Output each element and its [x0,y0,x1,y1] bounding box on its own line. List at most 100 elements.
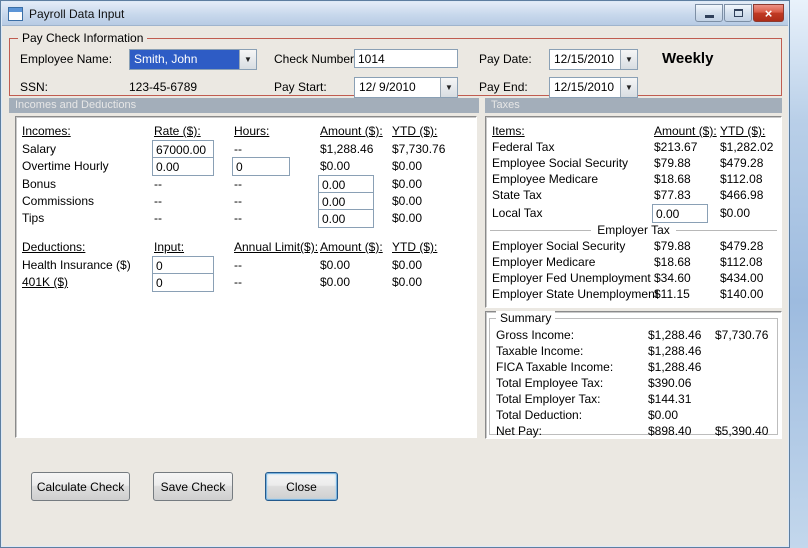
employee-name-combobox[interactable]: Smith, John ▼ [129,49,257,70]
tax-row-federal: Federal Tax $213.67 $1,282.02 [486,140,781,157]
minimize-button[interactable] [695,4,723,22]
taxes-section-band: Taxes [485,98,782,113]
divider-line [490,229,592,231]
tax-row-state: State Tax $77.83 $466.98 [486,188,781,205]
chevron-down-icon[interactable]: ▼ [440,78,457,97]
summary-amount: $390.06 [648,376,692,390]
income-row-commissions: Commissions -- -- $0.00 [16,192,476,211]
employer-tax-title: Employer Tax [597,223,670,237]
summary-amount: $144.31 [648,392,692,406]
ssn-label: SSN: [20,80,49,94]
input-col-header: Input: [154,240,185,254]
tax-ytd: $466.98 [720,188,764,202]
summary-amount: $1,288.46 [648,328,702,342]
close-icon: × [764,5,773,21]
overtime-hours-input[interactable] [232,157,290,176]
maximize-button[interactable] [724,4,752,22]
tax-row-local: Local Tax $0.00 [486,204,781,223]
deduction-ytd: $0.00 [392,258,423,272]
payroll-window: Payroll Data Input × Pay Check Informati… [0,0,790,548]
tax-row-employee-medicare: Employee Medicare $18.68 $112.08 [486,172,781,189]
tips-amount-input[interactable] [318,209,374,228]
tax-row-employer-medicare: Employer Medicare $18.68 $112.08 [486,255,781,272]
close-button[interactable]: Close [265,472,338,501]
local-tax-input[interactable] [652,204,708,223]
summary-row-total-deduction: Total Deduction: $0.00 [486,408,781,425]
summary-amount: $1,288.46 [648,344,702,358]
window-controls: × [695,4,784,22]
pay-start-value: 12/ 9/2010 [359,80,416,94]
divider-line [675,229,778,231]
tax-ytd: $434.00 [720,271,764,285]
summary-row-total-employee-tax: Total Employee Tax: $390.06 [486,376,781,393]
chevron-down-icon[interactable]: ▼ [239,50,256,69]
deduction-row-401k: 401K ($) -- $0.00 $0.00 [16,273,476,292]
pay-date-label: Pay Date: [479,52,532,66]
income-label: Commissions [22,194,95,208]
summary-label: Total Employee Tax: [496,376,604,390]
chevron-down-icon[interactable]: ▼ [620,78,637,97]
income-ytd: $0.00 [392,211,423,225]
pay-end-label: Pay End: [479,80,528,94]
calculate-check-button[interactable]: Calculate Check [31,472,130,501]
titlebar[interactable]: Payroll Data Input × [2,2,788,26]
ytd-col-header: YTD ($): [392,240,438,254]
401k-input[interactable] [152,273,214,292]
income-hours: -- [234,194,242,208]
incomes-deductions-panel: Incomes: Rate ($): Hours: Amount ($): YT… [15,116,477,438]
income-ytd: $0.00 [392,159,423,173]
pay-date-picker[interactable]: 12/15/2010 ▼ [549,49,638,70]
tax-label: Employee Medicare [492,172,599,186]
deduction-limit: -- [234,258,242,272]
ytd-col-header: YTD ($): [392,124,438,138]
tax-amount: $79.88 [654,156,691,170]
deduction-amount: $0.00 [320,275,351,289]
items-col-header: Items: [492,124,525,138]
overtime-rate-input[interactable] [152,157,214,176]
minimize-icon [704,15,714,18]
incomes-header-row: Incomes: Rate ($): Hours: Amount ($): YT… [16,124,476,141]
summary-amount: $0.00 [648,408,679,422]
income-row-overtime: Overtime Hourly $0.00 $0.00 [16,157,476,176]
taxes-panel: Items: Amount ($): YTD ($): Federal Tax … [485,116,782,308]
amount-col-header: Amount ($): [320,124,383,138]
tax-row-employer-state-unemployment: Employer State Unemployment $11.15 $140.… [486,287,781,304]
tax-amount: $34.60 [654,271,691,285]
income-label: Tips [22,211,45,225]
check-number-input[interactable] [354,49,458,68]
incomes-section-band: Incomes and Deductions [9,98,479,113]
pay-end-value: 12/15/2010 [554,80,615,94]
ssn-value: 123-45-6789 [129,80,198,94]
summary-row-fica: FICA Taxable Income: $1,288.46 [486,360,781,377]
tax-amount: $18.68 [654,172,691,186]
income-row-tips: Tips -- -- $0.00 [16,209,476,228]
amount-col-header: Amount ($): [654,124,717,138]
deduction-limit: -- [234,275,242,289]
tax-ytd: $0.00 [720,206,751,220]
income-hours: -- [234,211,242,225]
pay-start-picker[interactable]: 12/ 9/2010 ▼ [354,77,458,98]
tax-amount: $213.67 [654,140,698,154]
app-icon [8,6,23,21]
tax-label: State Tax [492,188,542,202]
summary-row-net-pay: Net Pay: $898.40 $5,390.40 [486,424,781,441]
tax-label: Employer Fed Unemployment [492,271,651,285]
income-label: Bonus [22,177,57,191]
close-window-button[interactable]: × [753,4,784,22]
tax-ytd: $112.08 [720,255,763,269]
income-rate: -- [154,211,162,225]
tax-amount: $11.15 [654,287,690,301]
income-rate: -- [154,194,162,208]
deductions-header-row: Deductions: Input: Annual Limit($): Amou… [16,240,476,257]
pay-end-picker[interactable]: 12/15/2010 ▼ [549,77,638,98]
income-hours: -- [234,177,242,191]
summary-ytd: $7,730.76 [715,328,769,342]
tax-row-employee-ss: Employee Social Security $79.88 $479.28 [486,156,781,173]
deduction-row-health: Health Insurance ($) -- $0.00 $0.00 [16,256,476,275]
save-check-button[interactable]: Save Check [153,472,233,501]
employer-tax-divider: Employer Tax [490,223,778,237]
tax-label: Employee Social Security [492,156,629,170]
chevron-down-icon[interactable]: ▼ [620,50,637,69]
summary-row-gross: Gross Income: $1,288.46 $7,730.76 [486,328,781,345]
income-ytd: $0.00 [392,194,423,208]
